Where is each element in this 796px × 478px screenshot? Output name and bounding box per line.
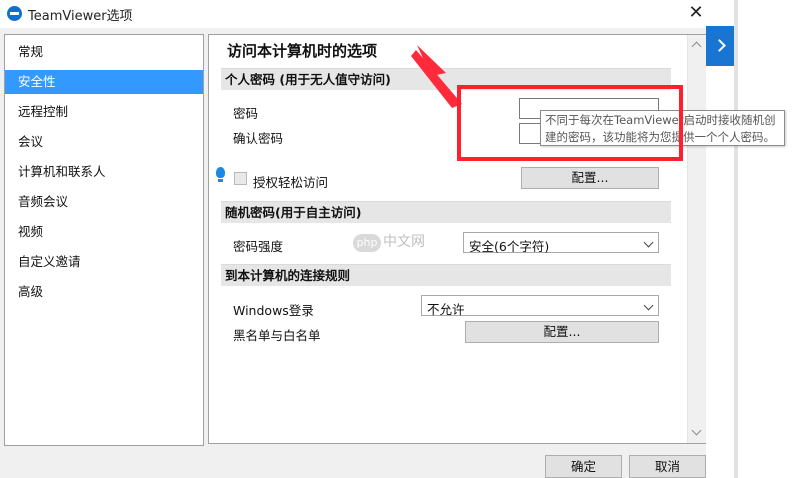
watermark-text: 中文网: [383, 234, 425, 250]
php-logo: php: [353, 234, 381, 252]
annotation-arrow-shaft: [411, 50, 462, 108]
annotation-highlight-box: [457, 85, 683, 161]
watermark: php 中文网: [353, 231, 425, 252]
